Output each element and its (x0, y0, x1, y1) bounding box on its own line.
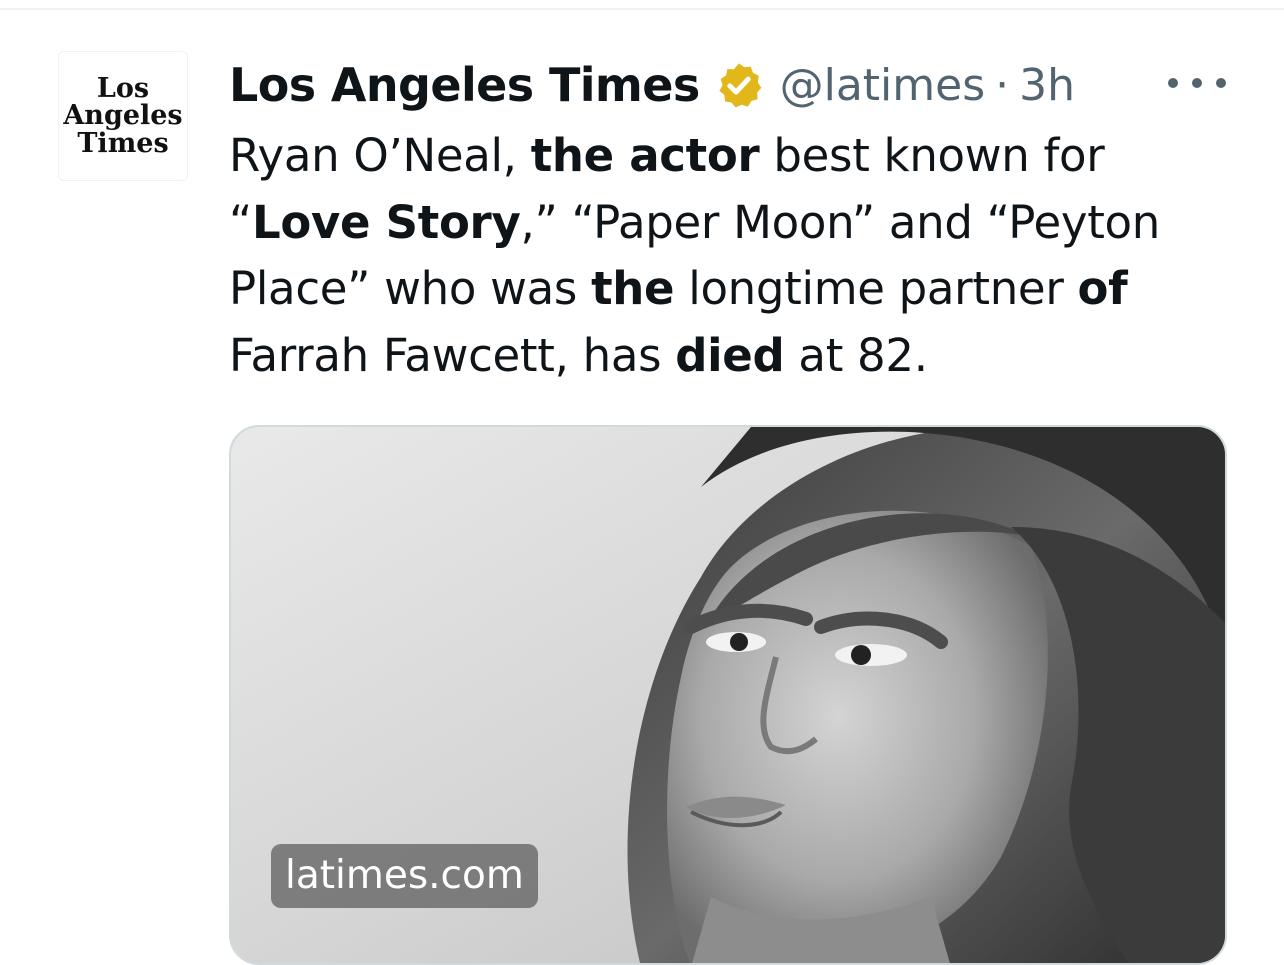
tweet-text-part: Ryan O’Neal, (229, 129, 531, 182)
author-name[interactable]: Los Angeles Times (229, 58, 700, 112)
avatar[interactable]: Los Angeles Times (58, 51, 188, 181)
tweet-text-bold: the actor (530, 129, 760, 182)
tweet-text-bold: the (591, 262, 675, 315)
tweet-text-bold: of (1077, 262, 1128, 315)
dot-separator: · (995, 59, 1010, 111)
more-dot (1192, 78, 1202, 88)
tweet-header: Los Angeles Times @latimes · 3h (229, 55, 1075, 115)
more-dot (1168, 78, 1178, 88)
more-dot (1216, 78, 1226, 88)
top-divider (0, 8, 1284, 10)
tweet-text-bold: Love Story (252, 195, 521, 249)
link-card-image[interactable]: latimes.com (229, 425, 1227, 965)
verified-badge-icon[interactable] (714, 60, 764, 110)
avatar-line-3: Times (77, 127, 169, 159)
tweet-text-part: Farrah Fawcett, has (229, 328, 676, 382)
more-options-icon[interactable] (1168, 60, 1226, 106)
tweet-text: Ryan O’Neal, the actor best known for “L… (229, 123, 1239, 389)
tweet-text-part: at 82. (784, 328, 928, 382)
avatar-line-1: Los (96, 72, 150, 104)
author-handle[interactable]: @latimes (780, 60, 986, 111)
tweet-text-bold: died (675, 328, 785, 382)
tweet-text-part: longtime partner (674, 262, 1078, 315)
link-domain-badge[interactable]: latimes.com (271, 844, 538, 908)
avatar-line-2: Angeles (63, 100, 183, 132)
timestamp[interactable]: 3h (1019, 60, 1075, 111)
